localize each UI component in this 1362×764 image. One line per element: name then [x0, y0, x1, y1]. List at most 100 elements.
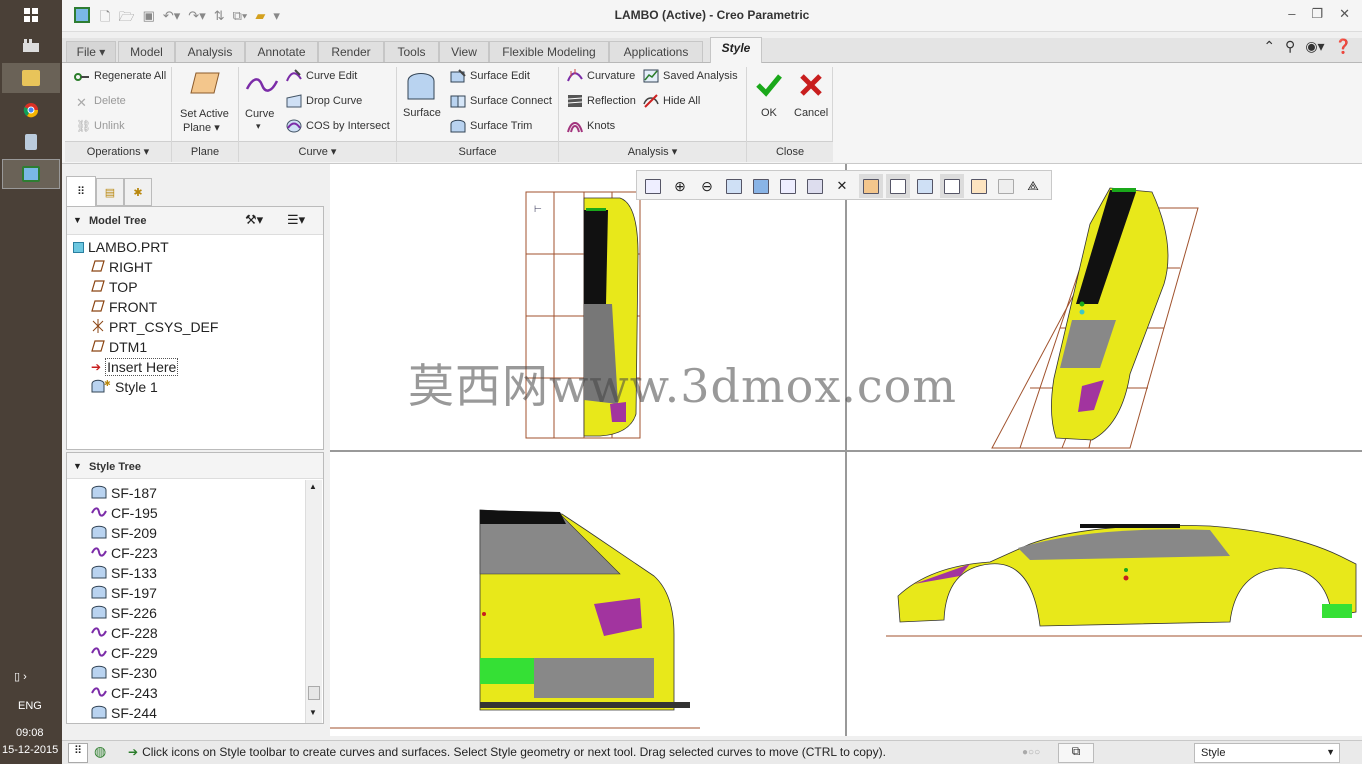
style-tree-item[interactable]: CF-229 [91, 643, 158, 663]
tab-tools[interactable]: Tools [384, 41, 439, 62]
curve-button[interactable]: Curve [245, 108, 274, 120]
tab-render[interactable]: Render [318, 41, 384, 62]
curvature-button[interactable]: Curvature [587, 70, 635, 82]
show-navigator-icon[interactable]: ⠿ [68, 743, 88, 763]
minimize-button[interactable]: – [1288, 6, 1295, 22]
creo-taskbar-icon[interactable] [2, 159, 60, 189]
view-manager-icon[interactable] [803, 174, 827, 198]
reflection-button[interactable]: Reflection [587, 95, 636, 107]
surface-trim-button[interactable]: Surface Trim [470, 120, 532, 132]
community-icon[interactable]: ◉▾ [1305, 38, 1324, 55]
four-views-icon[interactable] [940, 174, 964, 198]
scroll-up-icon[interactable]: ▲ [309, 482, 317, 491]
tab-file[interactable]: File ▾ [66, 41, 116, 62]
style-tree-item[interactable]: SF-244 [91, 703, 157, 723]
language-indicator[interactable]: ENG [18, 700, 42, 712]
group-curve[interactable]: Curve ▾ [239, 141, 396, 162]
tree-item-top[interactable]: TOP [91, 277, 138, 297]
style-tree-item[interactable]: CF-195 [91, 503, 158, 523]
scroll-thumb[interactable] [308, 686, 320, 700]
datum-display-icon[interactable] [859, 174, 883, 198]
collapse-icon[interactable]: ▼ [73, 215, 82, 225]
selection-filter-dropdown[interactable]: Style ▼ [1194, 743, 1340, 763]
annotation-display-icon[interactable] [994, 174, 1018, 198]
tree-item-prt-csys-def[interactable]: PRT_CSYS_DEF [91, 317, 218, 337]
drop-curve-button[interactable]: Drop Curve [306, 95, 362, 107]
tab-applications[interactable]: Applications [609, 41, 703, 62]
ok-button[interactable]: OK [761, 107, 777, 119]
set-active-plane-button[interactable]: Plane ▾ [183, 121, 220, 134]
tab-annotate[interactable]: Annotate [245, 41, 318, 62]
windows-start-icon[interactable] [0, 0, 62, 30]
collapse-ribbon-icon[interactable]: ⌃ [1263, 38, 1275, 55]
style-tree-item[interactable]: SF-230 [91, 663, 157, 683]
surface-edit-button[interactable]: Surface Edit [470, 70, 530, 82]
tab-style[interactable]: Style [710, 37, 762, 63]
display-style-icon[interactable] [749, 174, 773, 198]
tree-item-front[interactable]: FRONT [91, 297, 157, 317]
style-tree-item[interactable]: SF-187 [91, 483, 157, 503]
tree-columns-icon[interactable]: ☰▾ [287, 212, 305, 228]
point-display-icon[interactable] [886, 174, 910, 198]
style-tree-item[interactable]: CF-228 [91, 623, 158, 643]
saved-analysis-button[interactable]: Saved Analysis [663, 70, 738, 82]
zoom-in-icon[interactable]: ⊕ [668, 174, 692, 198]
surface-connect-button[interactable]: Surface Connect [470, 95, 552, 107]
style-tree-item[interactable]: CF-223 [91, 543, 158, 563]
help-icon[interactable]: ❓ [1335, 38, 1352, 55]
favorites-tab-icon[interactable]: ✱ [124, 178, 152, 206]
tree-item-right[interactable]: RIGHT [91, 257, 153, 277]
restore-button[interactable]: ❐ [1311, 6, 1323, 22]
knots-button[interactable]: Knots [587, 120, 615, 132]
surface-button[interactable]: Surface [403, 107, 441, 119]
delete-button[interactable]: Delete [94, 95, 126, 107]
tab-analysis[interactable]: Analysis [175, 41, 245, 62]
battery-icon[interactable]: ▯ › [14, 670, 27, 683]
model-views-canvas[interactable]: ⊢ [330, 164, 1362, 736]
refit-icon[interactable] [641, 174, 665, 198]
saved-views-icon[interactable] [776, 174, 800, 198]
style-tree-item[interactable]: CF-243 [91, 683, 158, 703]
tab-model[interactable]: Model [118, 41, 175, 62]
spin-center-icon[interactable] [913, 174, 937, 198]
tree-item-style-1[interactable]: ✱ Style 1 [91, 377, 158, 397]
tab-view[interactable]: View [439, 41, 489, 62]
search-icon[interactable]: ⚲ [1285, 38, 1295, 55]
tree-item-dtm1[interactable]: DTM1 [91, 337, 147, 357]
file-explorer-icon[interactable] [2, 63, 60, 93]
hide-all-button[interactable]: Hide All [663, 95, 700, 107]
style-tree-item[interactable]: SF-209 [91, 523, 157, 543]
cancel-button[interactable]: Cancel [794, 107, 828, 119]
style-tree-item[interactable]: SF-226 [91, 603, 157, 623]
cos-by-intersect-button[interactable]: COS by Intersect [306, 120, 390, 132]
curve-edit-button[interactable]: Curve Edit [306, 70, 357, 82]
unlink-button[interactable]: Unlink [94, 120, 125, 132]
scroll-down-icon[interactable]: ▼ [309, 708, 317, 717]
close-window-button[interactable]: ✕ [1339, 6, 1350, 22]
perspective-icon[interactable]: ✕ [830, 174, 854, 198]
tab-flexible-modeling[interactable]: Flexible Modeling [489, 41, 609, 62]
browser-icon[interactable]: ◍ [94, 743, 114, 763]
sketch-view-icon[interactable]: ⟁ [1021, 174, 1045, 198]
tree-settings-icon[interactable]: ⚒▾ [245, 212, 263, 228]
style-tree-item[interactable]: SF-133 [91, 563, 157, 583]
style-tree-item[interactable]: SF-197 [91, 583, 157, 603]
collapse-icon[interactable]: ▼ [73, 461, 82, 471]
calculator-icon[interactable] [0, 127, 62, 157]
zoom-out-icon[interactable]: ⊖ [695, 174, 719, 198]
find-icon[interactable]: ⧉ [1058, 743, 1094, 763]
group-operations[interactable]: Operations ▾ [65, 141, 171, 162]
folder-browser-tab-icon[interactable]: ▤ [96, 178, 124, 206]
model-tree-tab-icon[interactable]: ⠿ [66, 176, 96, 206]
regenerate-all-button[interactable]: Regenerate All [94, 70, 166, 82]
style-tree-scrollbar[interactable]: ▲ ▼ [305, 480, 322, 723]
curve-dropdown-icon[interactable]: ▾ [256, 121, 261, 132]
graphics-window[interactable]: ⊢ ⊕ ⊖ ✕ ⟁ 莫西网www.3dmox.com [330, 164, 1362, 736]
style-grid-icon[interactable] [967, 174, 991, 198]
factory-icon[interactable] [0, 30, 62, 60]
set-active-plane-label-1[interactable]: Set Active [180, 108, 229, 120]
repaint-icon[interactable] [722, 174, 746, 198]
chrome-icon[interactable] [0, 95, 62, 125]
tree-item-lambo-prt[interactable]: LAMBO.PRT [73, 237, 169, 257]
group-analysis[interactable]: Analysis ▾ [559, 141, 746, 162]
